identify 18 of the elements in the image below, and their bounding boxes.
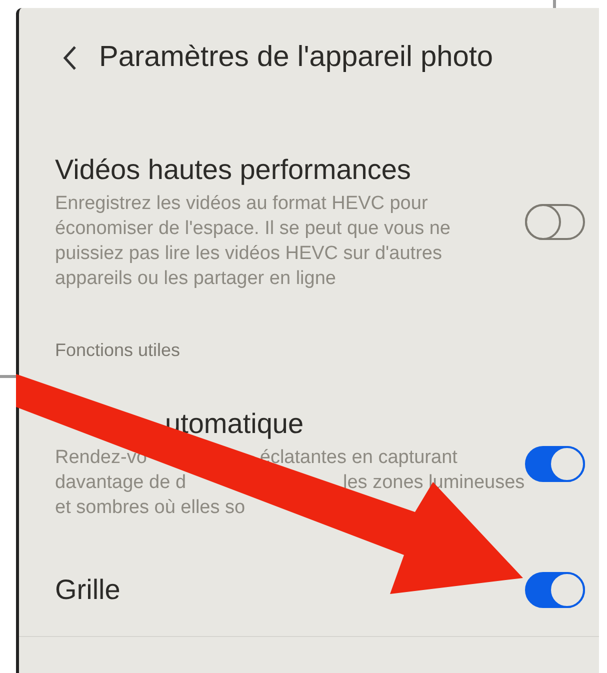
setting-description: économiser de l'espace. Il se peut que vous ne (55, 217, 450, 241)
setting-description: puissiez pas lire les vidéos HEVC sur d'autres (55, 242, 442, 266)
setting-description: les zones lumineuses (343, 471, 525, 495)
toggle-switch[interactable] (525, 204, 585, 240)
section-header: Fonctions utiles (55, 340, 180, 360)
setting-title: Vidéos hautes performances (55, 153, 412, 187)
setting-description: davantage de d (55, 471, 186, 495)
toggle-switch[interactable] (525, 572, 585, 608)
toggle-switch[interactable] (525, 446, 585, 482)
screen-title: Paramètres de l'appareil photo (99, 40, 494, 76)
setting-description: Enregistrez les vidéos au format HEVC pour (55, 192, 428, 216)
setting-title: Grille (55, 573, 122, 607)
setting-description: éclatantes en capturant (260, 446, 458, 470)
setting-title: utomatique (164, 407, 305, 441)
back-icon[interactable] (63, 45, 77, 71)
setting-description: Rendez-vo (55, 446, 147, 470)
setting-description: appareils ou les partager en ligne (55, 267, 336, 291)
setting-description: et sombres où elles so (55, 496, 246, 520)
